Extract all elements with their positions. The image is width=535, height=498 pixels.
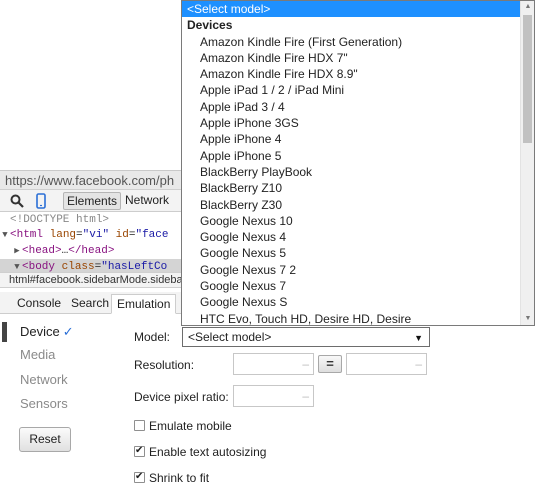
- checkmark-icon: ✓: [62, 324, 74, 339]
- dropdown-scrollbar[interactable]: ▲ ▼: [520, 1, 534, 325]
- tab-emulation[interactable]: Emulation: [111, 294, 177, 314]
- dropdown-option[interactable]: Apple iPhone 5: [182, 148, 521, 164]
- dropdown-option[interactable]: Google Nexus 7 2: [182, 262, 521, 278]
- text-autosizing-checkbox-row[interactable]: Enable text autosizing: [134, 444, 266, 460]
- dom-tag: <head>: [22, 245, 62, 257]
- swap-dimensions-button[interactable]: =: [318, 355, 342, 373]
- dropdown-option[interactable]: Apple iPhone 4: [182, 131, 521, 147]
- shrink-to-fit-checkbox-row[interactable]: Shrink to fit: [134, 470, 209, 486]
- dropdown-option[interactable]: Google Nexus S: [182, 294, 521, 310]
- tab-search[interactable]: Search: [66, 294, 114, 314]
- dom-attr: lang: [49, 229, 77, 241]
- scroll-down-arrow-icon[interactable]: ▼: [521, 313, 534, 325]
- spinner-icon: –: [302, 389, 309, 403]
- resolution-height-input[interactable]: –: [346, 353, 427, 375]
- dropdown-option[interactable]: HTC Evo, Touch HD, Desire HD, Desire: [182, 311, 521, 325]
- expand-triangle-icon[interactable]: ▼: [0, 227, 10, 243]
- dropdown-option[interactable]: Amazon Kindle Fire HDX 8.9": [182, 66, 521, 82]
- dropdown-option[interactable]: Google Nexus 4: [182, 229, 521, 245]
- spinner-icon: –: [302, 357, 309, 371]
- dom-tag: <html: [10, 229, 44, 241]
- dropdown-option[interactable]: BlackBerry PlayBook: [182, 164, 521, 180]
- sidebar-item-sensors[interactable]: Sensors: [20, 394, 68, 414]
- checkbox-label: Emulate mobile: [149, 419, 232, 433]
- dropdown-option[interactable]: Google Nexus 7: [182, 278, 521, 294]
- device-pixel-ratio-input[interactable]: –: [233, 385, 314, 407]
- dropdown-option[interactable]: Apple iPad 3 / 4: [182, 99, 521, 115]
- url-text: https://www.facebook.com/ph: [5, 173, 175, 188]
- dropdown-arrow-icon: ▼: [414, 333, 423, 343]
- dropdown-option[interactable]: Apple iPhone 3GS: [182, 115, 521, 131]
- dropdown-items: <Select model> Devices Amazon Kindle Fir…: [182, 1, 521, 325]
- model-select-value: <Select model>: [188, 330, 272, 344]
- emulation-panel: Device ✓ Media Network Sensors Reset Mode…: [0, 314, 535, 498]
- text-autosizing-checkbox[interactable]: [134, 444, 145, 458]
- dropdown-option[interactable]: Google Nexus 5: [182, 245, 521, 261]
- sidebar-item-label: Device: [20, 324, 60, 339]
- dom-tag: </head>: [68, 245, 115, 257]
- dom-attr-value: "vi": [82, 229, 110, 241]
- emulation-sidebar: Device ✓ Media Network Sensors Reset: [0, 314, 126, 498]
- dropdown-option[interactable]: Amazon Kindle Fire HDX 7": [182, 50, 521, 66]
- breadcrumb-text: html#facebook.sidebarMode.sidebar: [9, 274, 187, 286]
- scroll-up-arrow-icon[interactable]: ▲: [521, 1, 534, 13]
- dom-attr: id: [115, 229, 129, 241]
- sidebar-item-network[interactable]: Network: [20, 370, 68, 390]
- emulate-mobile-checkbox-row[interactable]: Emulate mobile: [134, 418, 232, 434]
- model-label: Model:: [134, 330, 171, 344]
- resolution-width-input[interactable]: –: [233, 353, 314, 375]
- emulate-mobile-checkbox[interactable]: [134, 420, 145, 432]
- doctype-text: <!DOCTYPE html>: [10, 214, 110, 226]
- dom-attr-value: "face: [135, 229, 169, 241]
- model-dropdown-list[interactable]: <Select model> Devices Amazon Kindle Fir…: [181, 0, 535, 326]
- dropdown-group-header: Devices: [187, 18, 233, 33]
- tab-console[interactable]: Console: [12, 294, 66, 314]
- dropdown-option-selected[interactable]: <Select model>: [182, 1, 521, 18]
- dropdown-option[interactable]: Apple iPad 1 / 2 / iPad Mini: [182, 82, 521, 98]
- model-select[interactable]: <Select model> ▼: [182, 327, 430, 347]
- mobile-device-icon[interactable]: [33, 193, 49, 209]
- dropdown-option[interactable]: Google Nexus 10: [182, 213, 521, 229]
- magnifier-icon[interactable]: [9, 193, 25, 209]
- reset-button[interactable]: Reset: [19, 427, 71, 452]
- resolution-label: Resolution:: [134, 358, 195, 372]
- collapse-triangle-icon[interactable]: ▶: [12, 243, 22, 259]
- device-pixel-ratio-label: Device pixel ratio:: [134, 390, 229, 404]
- dropdown-option[interactable]: Amazon Kindle Fire (First Generation): [182, 34, 521, 50]
- dropdown-option[interactable]: BlackBerry Z30: [182, 197, 521, 213]
- dropdown-option[interactable]: BlackBerry Z10: [182, 180, 521, 196]
- checkbox-label: Shrink to fit: [149, 471, 210, 485]
- sidebar-item-device[interactable]: Device ✓: [20, 322, 74, 342]
- sidebar-item-media[interactable]: Media: [20, 345, 55, 365]
- tab-network[interactable]: Network: [122, 192, 172, 210]
- tab-elements[interactable]: Elements: [63, 192, 122, 210]
- shrink-to-fit-checkbox[interactable]: [134, 470, 145, 484]
- active-indicator: [2, 322, 7, 342]
- scrollbar-thumb[interactable]: [523, 15, 532, 143]
- checkbox-label: Enable text autosizing: [149, 445, 267, 459]
- spinner-icon: –: [415, 357, 422, 371]
